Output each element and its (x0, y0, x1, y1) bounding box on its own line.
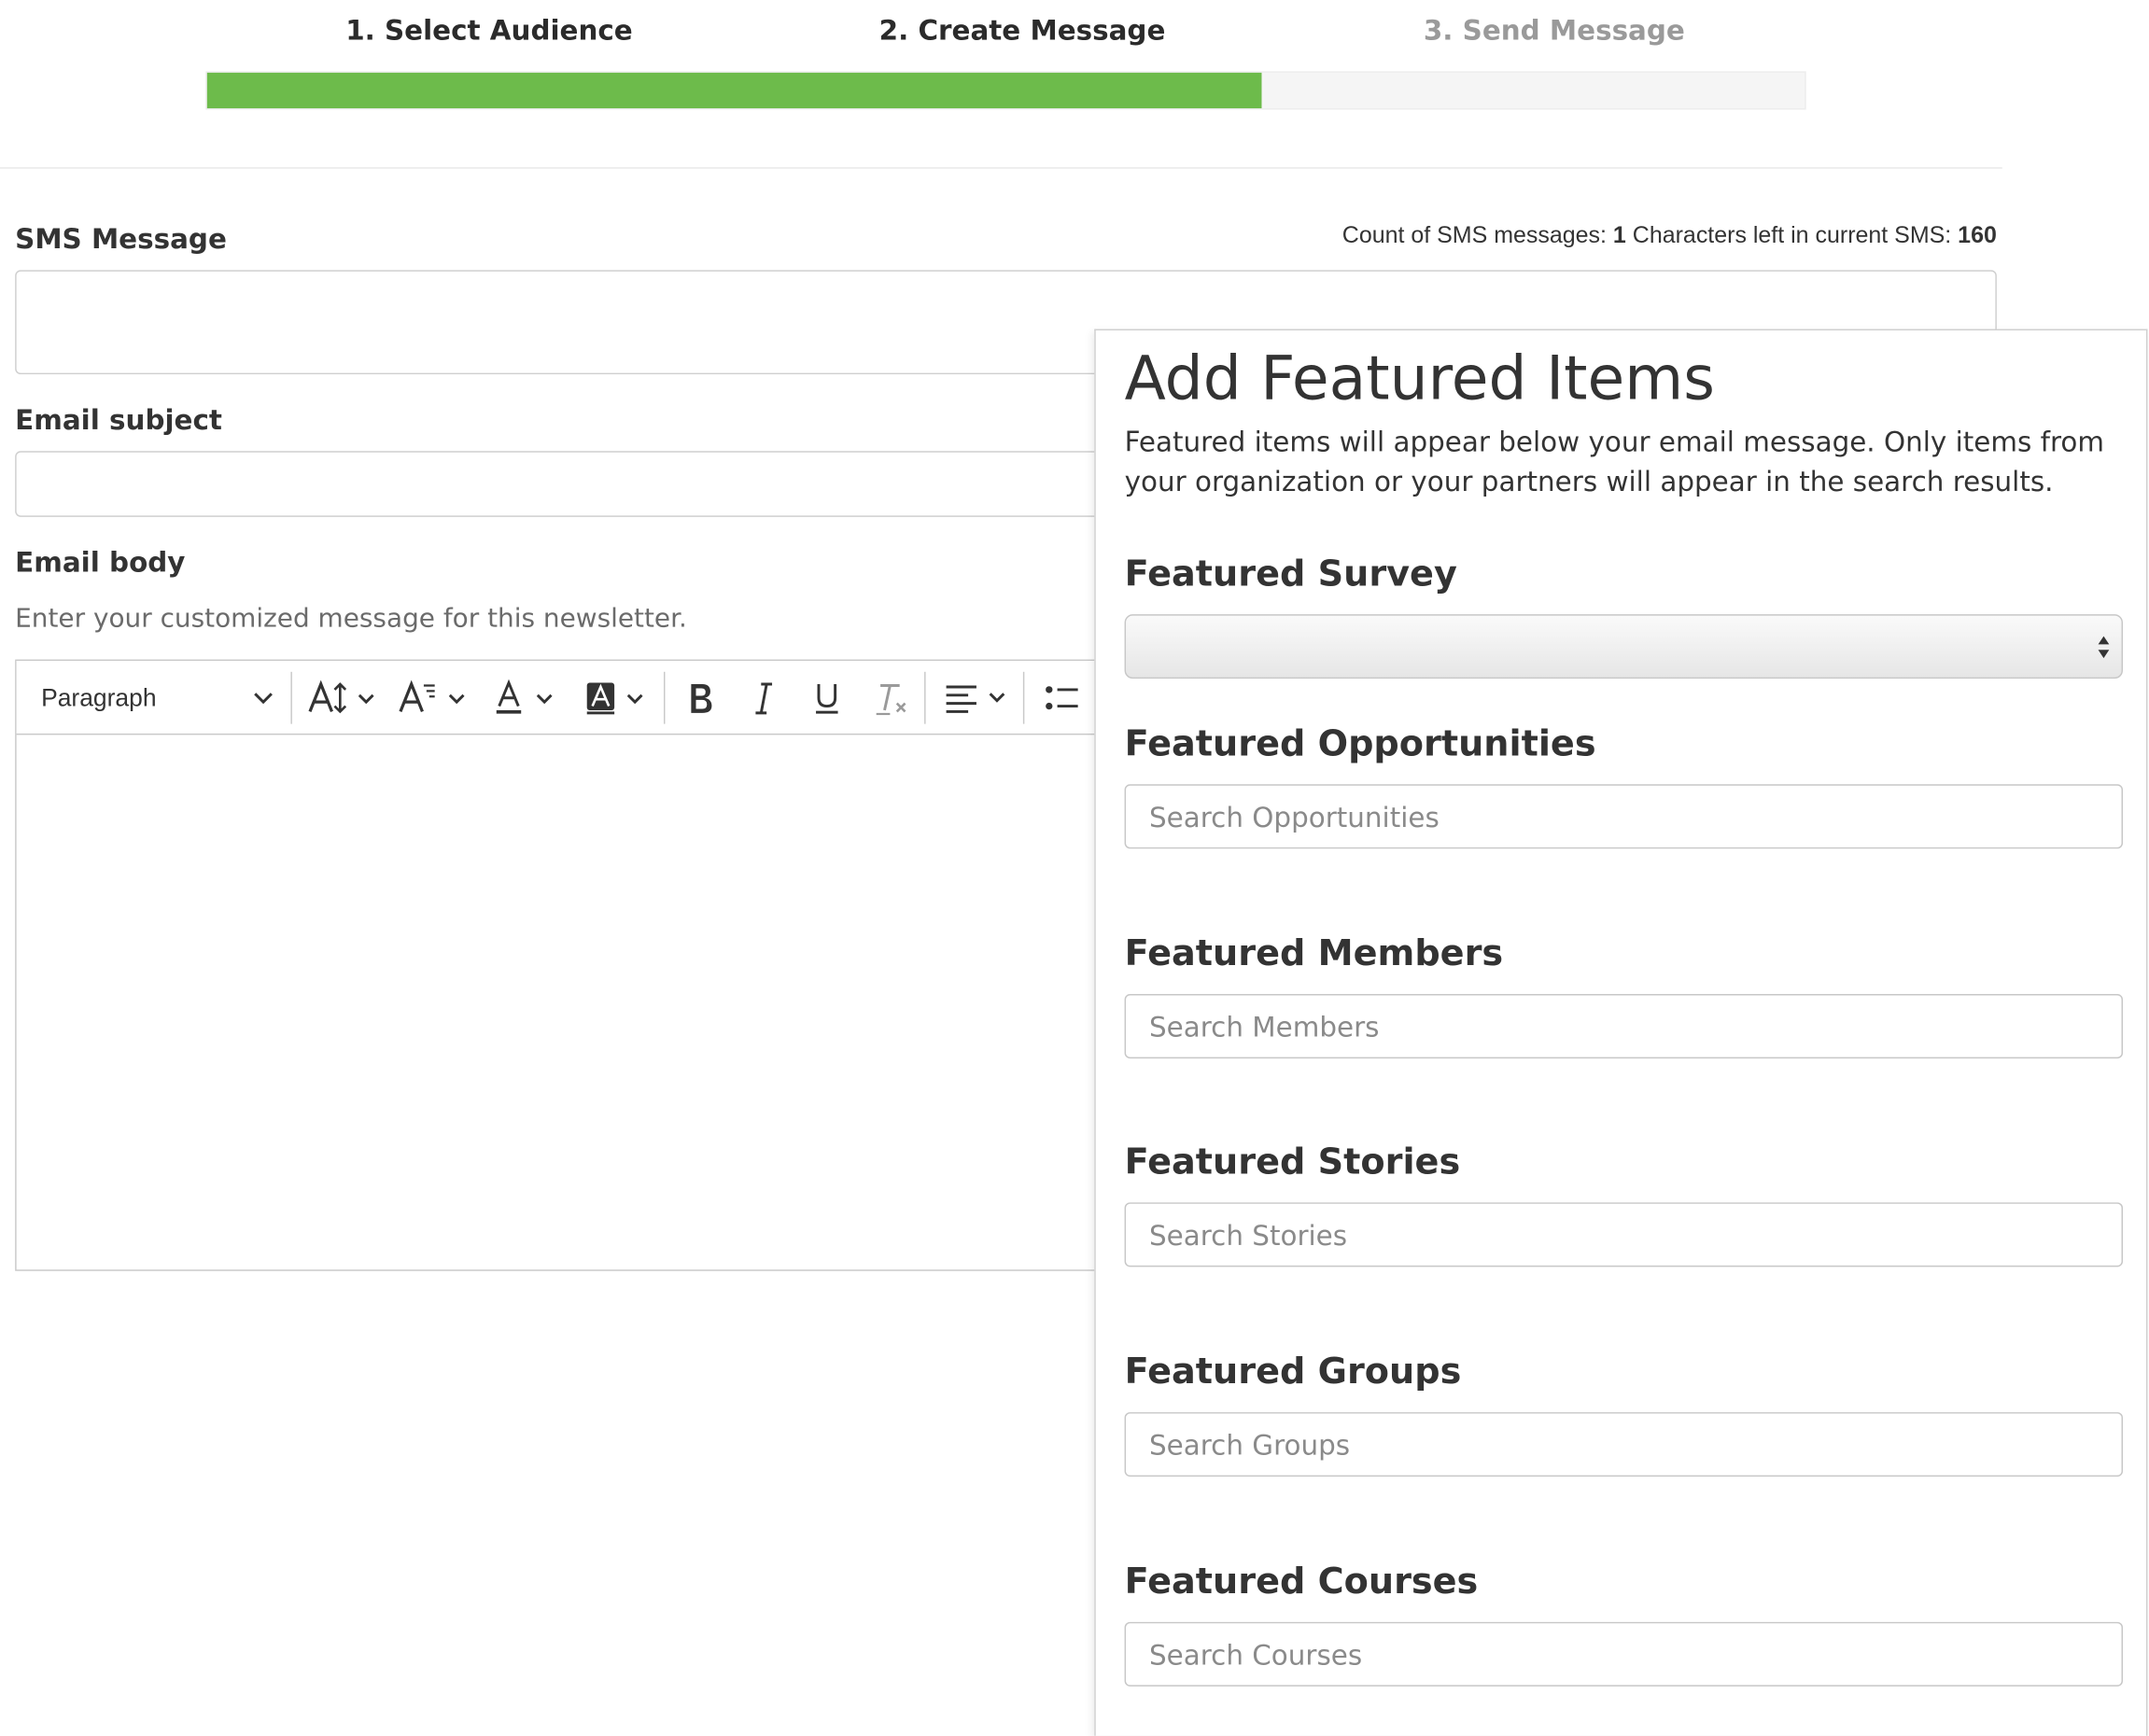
email-body-label: Email body (15, 545, 186, 579)
featured-survey-label: Featured Survey (1124, 553, 1457, 595)
remove-format-button[interactable] (864, 661, 921, 735)
featured-survey-select[interactable] (1124, 614, 2124, 679)
search-groups-input[interactable] (1124, 1412, 2124, 1477)
progress-bar (205, 71, 1806, 110)
step-send-message[interactable]: 3. Send Message (1424, 14, 1685, 47)
sms-chars-label: Characters left in current SMS: (1632, 221, 1952, 248)
sms-message-label: SMS Message (15, 221, 227, 256)
newsletter-editor-page: 1. Select Audience 2. Create Message 3. … (0, 0, 2149, 1736)
search-members-input[interactable] (1124, 994, 2124, 1059)
sms-count-label: Count of SMS messages: (1341, 221, 1607, 248)
underline-icon (816, 684, 838, 714)
toolbar-separator (1022, 671, 1025, 724)
featured-opportunities-label: Featured Opportunities (1124, 723, 1596, 765)
email-body-helper: Enter your customized message for this n… (15, 603, 687, 634)
bold-button[interactable] (675, 661, 727, 735)
font-family-icon (399, 679, 465, 713)
font-size-button[interactable] (304, 661, 381, 735)
highlight-color-button[interactable] (579, 661, 655, 735)
toolbar-separator (290, 671, 292, 724)
sms-count-value: 1 (1612, 221, 1626, 248)
paragraph-dropdown[interactable]: Paragraph (30, 661, 284, 735)
progress-bar-fill (206, 72, 1262, 109)
align-icon (946, 685, 1005, 713)
select-arrows-icon (2098, 636, 2110, 659)
bulleted-list-icon (1046, 686, 1078, 710)
featured-courses-label: Featured Courses (1124, 1561, 1479, 1603)
featured-members-label: Featured Members (1124, 933, 1504, 975)
search-courses-input[interactable] (1124, 1621, 2124, 1687)
remove-format-icon (876, 684, 906, 716)
toolbar-separator (663, 671, 666, 724)
header-divider (0, 167, 2002, 169)
featured-groups-label: Featured Groups (1124, 1351, 1462, 1393)
bulleted-list-button[interactable] (1034, 661, 1089, 735)
search-stories-input[interactable] (1124, 1202, 2124, 1267)
step-create-message[interactable]: 2. Create Message (879, 14, 1166, 47)
font-family-button[interactable] (395, 661, 471, 735)
font-size-icon (308, 679, 374, 714)
toolbar-separator (924, 671, 926, 724)
search-opportunities-input[interactable] (1124, 784, 2124, 849)
bold-icon (691, 684, 712, 713)
sms-counter: Count of SMS messages: 1 Characters left… (1342, 222, 1997, 249)
highlight-color-icon (586, 682, 643, 715)
panel-description: Featured items will appear below your em… (1124, 425, 2105, 498)
step-select-audience[interactable]: 1. Select Audience (345, 14, 633, 47)
add-featured-items-panel: Add Featured Items Featured items will a… (1094, 329, 2148, 1736)
font-color-button[interactable] (488, 661, 565, 735)
chevron-down-icon (254, 692, 273, 704)
paragraph-dropdown-label: Paragraph (41, 683, 157, 711)
underline-button[interactable] (801, 661, 853, 735)
font-color-icon (496, 679, 553, 714)
email-subject-label: Email subject (15, 402, 222, 437)
featured-stories-label: Featured Stories (1124, 1141, 1461, 1183)
align-button[interactable] (938, 661, 1015, 735)
italic-button[interactable] (737, 661, 790, 735)
panel-title: Add Featured Items (1124, 343, 1715, 414)
italic-icon (755, 682, 773, 715)
sms-chars-value: 160 (1958, 221, 1997, 248)
